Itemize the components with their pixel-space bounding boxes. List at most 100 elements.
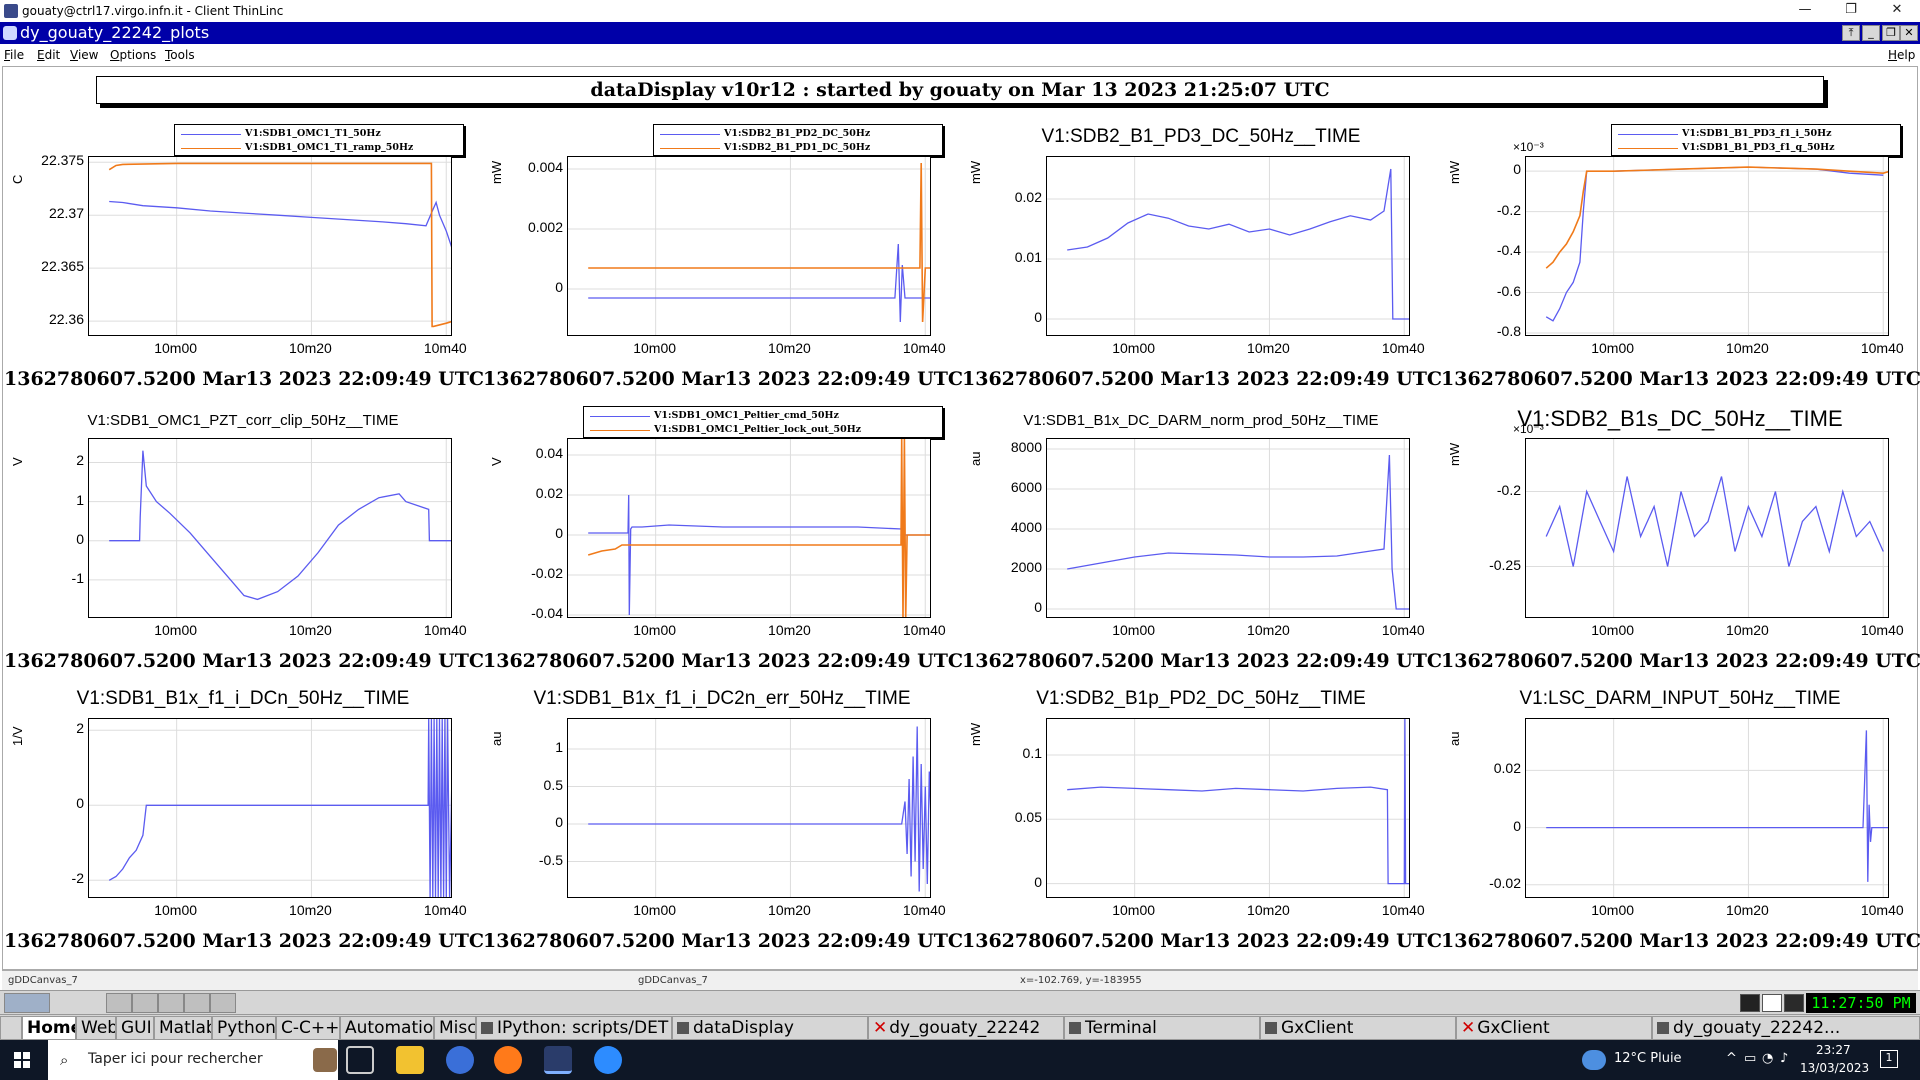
- task-tab[interactable]: Python: [212, 1016, 276, 1040]
- menu-edit[interactable]: Edit: [37, 48, 60, 62]
- series-line: [109, 200, 451, 248]
- y-axis-label: mW: [1447, 442, 1462, 466]
- window-icon: [677, 1022, 689, 1034]
- taskbar-time[interactable]: 23:27: [1816, 1043, 1851, 1057]
- plot-frame[interactable]: [1046, 156, 1410, 336]
- plot-panel[interactable]: V1:SDB1_OMC1_T1_50Hz V1:SDB1_OMC1_T1_ramp…: [4, 124, 484, 406]
- task-tab-label: GxClient: [1477, 1018, 1550, 1038]
- plot-panel[interactable]: V1:SDB1_B1_PD3_f1_i_50Hz V1:SDB1_B1_PD3_f…: [1441, 124, 1920, 406]
- legend-label: V1:SDB1_B1_PD3_f1_q_50Hz: [1682, 142, 1835, 153]
- plot-frame[interactable]: [88, 438, 452, 618]
- plot-timestamp: 1362780607.5200 Mar13 2023 22:09:49 UTC: [4, 930, 485, 952]
- plot-panel[interactable]: V1:SDB2_B1_PD3_DC_50Hz__TIME mW 0.02 0.01 0 1…: [962, 124, 1442, 406]
- plot-frame[interactable]: [88, 718, 452, 898]
- plot-panel[interactable]: V1:SDB1_OMC1_PZT_corr_clip_50Hz__TIME V 2 1…: [4, 406, 484, 688]
- plot-panel[interactable]: V1:SDB2_B1p_PD2_DC_50Hz__TIME mW 0.1 0.05 0 1…: [962, 686, 1442, 968]
- workspace-switcher-icon[interactable]: [0, 1016, 22, 1040]
- plot-panel[interactable]: V1:LSC_DARM_INPUT_50Hz__TIME au 0.02 0 -0.02…: [1441, 686, 1920, 968]
- plot-title: V1:SDB1_B1x_DC_DARM_norm_prod_50Hz__TIME: [1023, 412, 1379, 429]
- task-tab[interactable]: Misc: [434, 1016, 476, 1040]
- x-tick-label: 10m00: [154, 902, 198, 918]
- plot-frame[interactable]: [567, 438, 931, 618]
- plot-frame[interactable]: [567, 156, 931, 336]
- plot-area: [1047, 157, 1409, 335]
- x-tick-label: 10m20: [1247, 902, 1290, 918]
- firefox-icon[interactable]: [494, 1046, 522, 1074]
- plot-panel[interactable]: V1:SDB1_B1x_f1_i_DCn_50Hz__TIME 1/V 2 0 -2 10…: [4, 686, 485, 968]
- network-icon[interactable]: ▭: [1744, 1051, 1756, 1066]
- plot-timestamp: 1362780607.5200 Mar13 2023 22:09:49 UTC: [962, 650, 1443, 672]
- app-minimize-button[interactable]: _: [1862, 25, 1880, 41]
- status-canvas: gDDCanvas_7: [638, 975, 708, 986]
- app-restore-button[interactable]: ❐: [1882, 25, 1900, 41]
- zoom-icon[interactable]: [594, 1046, 622, 1074]
- launcher-icon-3[interactable]: [158, 993, 184, 1013]
- app-close-button[interactable]: ✕: [1900, 25, 1918, 41]
- y-tick-label: -0.2: [1496, 481, 1521, 498]
- task-view-icon[interactable]: [346, 1046, 374, 1074]
- launcher-icon-1[interactable]: [106, 993, 132, 1013]
- launcher-icon-2[interactable]: [132, 993, 158, 1013]
- plot-frame[interactable]: [567, 718, 931, 898]
- plot-area: [1047, 439, 1409, 617]
- plot-frame[interactable]: [88, 156, 452, 336]
- windows-search-box[interactable]: ⌕ Taper ici pour rechercher: [48, 1040, 338, 1080]
- thinlinc-taskbar-icon[interactable]: [544, 1046, 572, 1074]
- menu-help[interactable]: Help: [1888, 48, 1915, 62]
- task-tab[interactable]: GxClient: [1260, 1016, 1456, 1040]
- plot-frame[interactable]: [1046, 718, 1410, 898]
- notification-icon[interactable]: 1: [1880, 1050, 1898, 1068]
- task-tab[interactable]: Home: [22, 1016, 76, 1040]
- menu-tools[interactable]: Tools: [165, 48, 195, 62]
- task-tab[interactable]: dataDisplay: [672, 1016, 868, 1040]
- task-tab-label: dy_gouaty_22242...: [1673, 1018, 1841, 1038]
- distro-logo-icon[interactable]: [4, 993, 50, 1013]
- close-button[interactable]: ✕: [1882, 2, 1912, 20]
- plot-legend: V1:SDB1_OMC1_Peltier_cmd_50Hz V1:SDB1_OMC…: [583, 406, 943, 438]
- tray-chevron-icon[interactable]: ^: [1726, 1051, 1737, 1066]
- task-tab[interactable]: Terminal: [1064, 1016, 1260, 1040]
- plot-frame[interactable]: [1525, 156, 1889, 336]
- wifi-icon[interactable]: ◔: [1762, 1051, 1773, 1066]
- plot-frame[interactable]: [1046, 438, 1410, 618]
- menu-file[interactable]: File: [4, 48, 24, 62]
- x-tick-label: 10m20: [768, 902, 811, 918]
- task-tab-label: Misc: [439, 1018, 476, 1038]
- search-highlight-icon: [313, 1048, 337, 1072]
- y-tick-label: 22.365: [41, 258, 84, 275]
- restore-button[interactable]: ❐: [1836, 2, 1866, 20]
- taskbar-date[interactable]: 13/03/2023: [1800, 1061, 1869, 1075]
- windows-start-icon[interactable]: [14, 1052, 30, 1068]
- plot-panel[interactable]: V1:SDB1_B1x_f1_i_DC2n_err_50Hz__TIME au 1 0…: [483, 686, 963, 968]
- task-tab[interactable]: ✕ GxClient: [1456, 1016, 1652, 1040]
- outlook-icon[interactable]: [446, 1046, 474, 1074]
- task-tab[interactable]: GUI: [116, 1016, 154, 1040]
- legend-label: V1:SDB1_OMC1_Peltier_lock_out_50Hz: [654, 424, 862, 435]
- plot-panel[interactable]: V1:SDB1_B1x_DC_DARM_norm_prod_50Hz__TIME…: [962, 406, 1443, 688]
- mail-icon[interactable]: [1762, 994, 1782, 1012]
- minimize-button[interactable]: —: [1790, 2, 1820, 20]
- plot-panel[interactable]: V1:SDB1_OMC1_Peltier_cmd_50Hz V1:SDB1_OMC…: [483, 406, 963, 688]
- file-explorer-icon[interactable]: [396, 1046, 424, 1074]
- x-tick-label: 10m40: [1381, 622, 1425, 638]
- weather-text[interactable]: 12°C Pluie: [1614, 1051, 1682, 1066]
- app-pin-button[interactable]: ⤒: [1842, 25, 1860, 41]
- plot-panel[interactable]: V1:SDB2_B1_PD2_DC_50Hz V1:SDB2_B1_PD1_DC_…: [483, 124, 963, 406]
- task-tab[interactable]: Matlab: [154, 1016, 212, 1040]
- task-tab[interactable]: ✕ dy_gouaty_22242: [868, 1016, 1064, 1040]
- launcher-icon-4[interactable]: [184, 993, 210, 1013]
- task-tab[interactable]: C-C++: [276, 1016, 340, 1040]
- menu-options[interactable]: Options: [110, 48, 156, 62]
- plot-frame[interactable]: [1525, 438, 1889, 618]
- x-tick-label: 10m40: [423, 340, 467, 356]
- plot-frame[interactable]: [1525, 718, 1889, 898]
- task-tab[interactable]: dy_gouaty_22242...: [1652, 1016, 1920, 1040]
- menu-view[interactable]: View: [70, 48, 98, 62]
- plot-panel[interactable]: V1:SDB2_B1s_DC_50Hz__TIME ×10⁻³ mW -0.2 -0.2…: [1441, 406, 1920, 688]
- task-tab[interactable]: IPython: scripts/DET: [476, 1016, 672, 1040]
- volume-icon[interactable]: ♪: [1780, 1051, 1788, 1066]
- task-tab[interactable]: Automation: [340, 1016, 434, 1040]
- y-tick-label: 0: [1034, 599, 1042, 615]
- task-tab[interactable]: Web: [76, 1016, 116, 1040]
- launcher-icon-5[interactable]: [210, 993, 236, 1013]
